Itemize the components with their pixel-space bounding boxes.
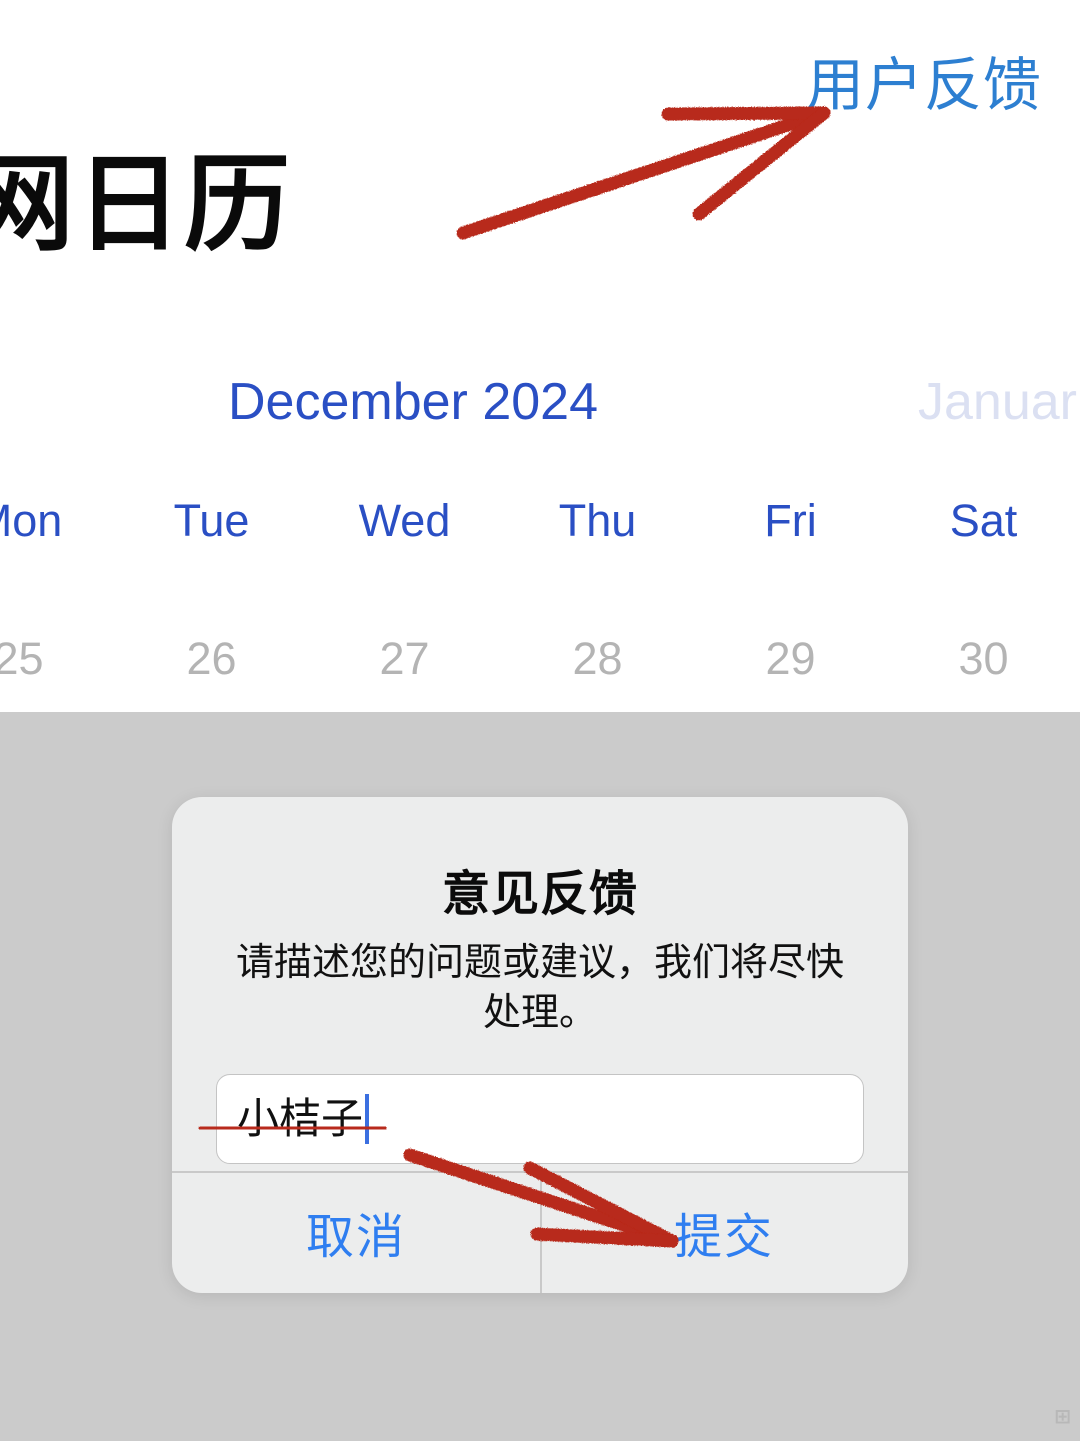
day-cell[interactable]: 28 [501,633,694,685]
weekday-header-tue: Tue [173,495,250,546]
dialog-message: 请描述您的问题或建议，我们将尽快处理。 [235,942,844,1035]
top-month-next-label[interactable]: Januar [918,372,1077,432]
feedback-input-value: 小桔子 [237,1095,364,1143]
weekday-header-fri: Fri [764,495,817,546]
day-cell[interactable]: 30 [887,633,1080,685]
text-caret-icon [365,1094,370,1145]
top-weekday-header-row: Mon Tue Wed Thu Fri Sat [0,495,1080,547]
top-calendar-section: 网日历 用户反馈 December 2024 Januar Mon Tue We… [0,0,1080,712]
day-cell[interactable]: 26 [115,633,308,685]
page-title: 网日历 [0,146,292,264]
day-cell[interactable]: 29 [694,633,887,685]
day-cell[interactable]: 27 [308,633,501,685]
cancel-button[interactable]: 取消 [172,1171,540,1293]
dialog-title: 意见反馈 [441,868,638,921]
annotation-label-user-feedback: 用户反馈 [806,53,1043,118]
feedback-input[interactable]: 小桔子 [216,1074,864,1165]
weekday-header-wed: Wed [358,495,451,546]
top-month-strip: December 2024 Januar [0,372,1080,436]
top-day-number-row: 25 26 27 28 29 30 [0,633,1080,685]
top-month-current-label[interactable]: December 2024 [228,372,598,432]
weekday-header-mon: Mon [0,495,63,546]
day-cell[interactable]: 25 [0,633,115,685]
dialog-action-bar: 取消 提交 [172,1171,908,1293]
watermark: ⊞ [1054,1406,1072,1428]
feedback-dialog: 意见反馈 请描述您的问题或建议，我们将尽快处理。 小桔子 取消 提交 [172,797,908,1293]
submit-button[interactable]: 提交 [540,1171,908,1293]
weekday-header-thu: Thu [558,495,637,546]
weekday-header-sat: Sat [949,495,1018,546]
